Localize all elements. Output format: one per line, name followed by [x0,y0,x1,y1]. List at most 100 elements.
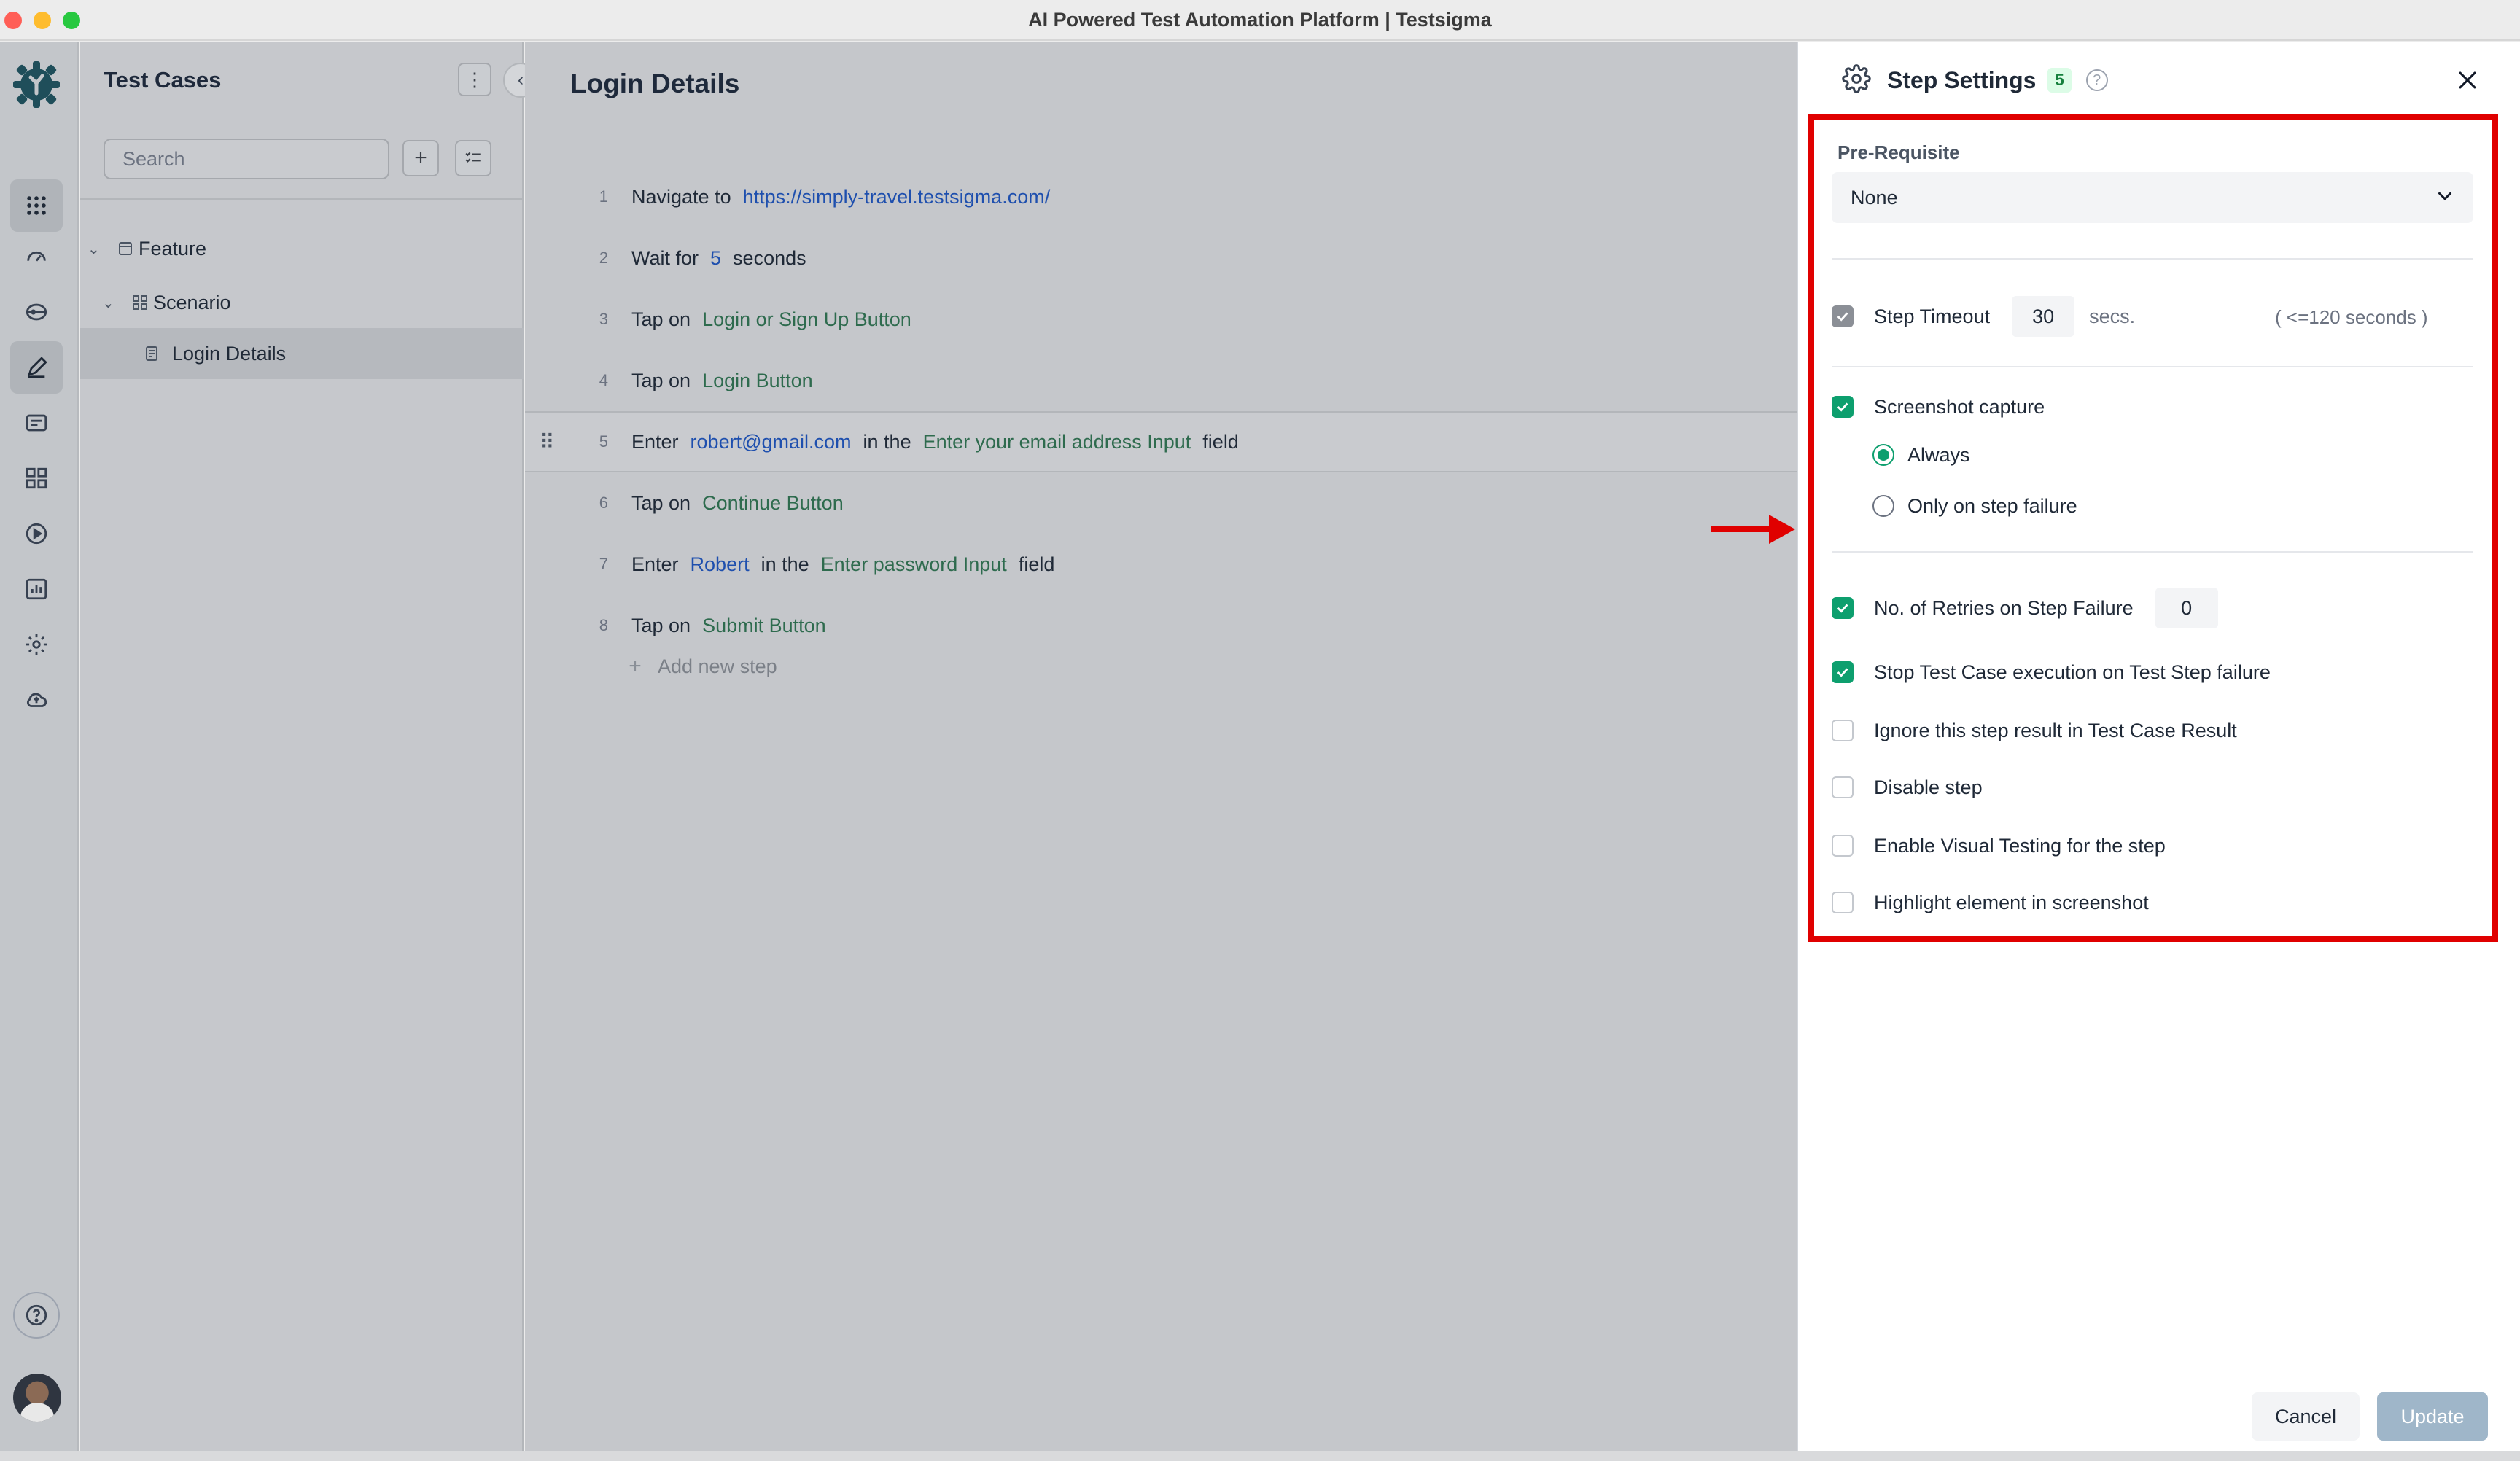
bulk-select-icon[interactable] [455,140,491,176]
test-step-row[interactable]: 3 Tap on Login or Sign Up Button [525,289,1797,350]
bottom-bar [0,1451,2520,1461]
test-steps-area: Login Details 1 Navigate to https://simply… [525,42,1797,1461]
feature-icon [105,240,139,257]
test-case-icon [143,345,172,362]
chevron-down-icon[interactable]: ⌄ [98,294,120,312]
plus-icon: + [629,654,642,678]
drag-handle-icon[interactable]: ⠿ [540,430,554,454]
dashboard-icon[interactable] [10,230,63,283]
tree-item-scenario[interactable]: ⌄ Scenario [98,277,521,328]
retries-input[interactable]: 0 [2155,588,2218,628]
help-icon[interactable] [13,1292,60,1339]
step-number: 4 [599,371,608,389]
radio-always[interactable] [1872,444,1894,466]
step-action-text: Enter [631,430,679,453]
step-number: 6 [599,494,608,512]
ignore-result-row: Ignore this step result in Test Case Res… [1832,716,2237,745]
step-test-data[interactable]: Robert [691,553,750,576]
tree-item-label: Scenario [153,291,231,313]
test-step-row[interactable]: 1 Navigate to https://simply-travel.testsi… [525,166,1797,227]
step-action-text: Tap on [631,614,691,636]
step-element[interactable]: Enter password Input [821,553,1007,576]
cancel-button[interactable]: Cancel [2252,1392,2360,1441]
apps-grid-icon[interactable] [10,179,63,232]
test-plans-icon[interactable] [10,397,63,449]
step-number: 1 [599,187,608,206]
screenshot-capture-checkbox[interactable] [1832,396,1854,418]
stop-on-failure-checkbox[interactable] [1832,661,1854,683]
step-action-text: Tap on [631,369,691,391]
screenshot-option-always[interactable]: Always [1872,440,1970,470]
highlight-element-checkbox[interactable] [1832,892,1854,913]
more-options-icon[interactable]: ⋮ [458,63,491,96]
radio-label: Always [1908,443,1970,466]
update-button[interactable]: Update [2377,1392,2488,1441]
retries-checkbox[interactable] [1832,597,1854,619]
disable-step-row: Disable step [1832,773,1983,802]
components-icon[interactable] [10,452,63,504]
gear-icon [1842,63,1871,97]
ignore-result-label: Ignore this step result in Test Case Res… [1874,719,2237,741]
red-arrow-icon [1711,515,1795,544]
reports-icon[interactable] [10,563,63,615]
testsigma-logo-icon[interactable] [10,58,63,111]
add-icon[interactable]: + [402,140,439,176]
test-data-icon[interactable] [10,286,63,338]
search-input[interactable]: Search [104,139,389,179]
step-element[interactable]: Login or Sign Up Button [702,308,911,331]
tree-item-feature[interactable]: ⌄ Feature [83,223,521,274]
pre-requisite-value: None [1851,186,1898,209]
pre-requisite-select[interactable]: None [1832,172,2473,223]
step-element[interactable]: Submit Button [702,615,826,637]
tree-item-login-details[interactable]: Login Details [80,328,524,379]
step-element[interactable]: Login Button [702,370,813,392]
step-element[interactable]: Enter your email address Input [923,431,1191,453]
add-new-step-button[interactable]: + Add new step [612,644,1050,688]
ignore-result-checkbox[interactable] [1832,720,1854,741]
title-bar: AI Powered Test Automation Platform | Te… [0,0,2520,41]
test-cases-icon[interactable] [10,341,63,394]
test-cases-panel: Test Cases ⋮ ‹ Search + ⌄ Feature ⌄ Scen… [80,42,538,1461]
disable-step-checkbox[interactable] [1832,776,1854,798]
help-icon[interactable]: ? [2085,69,2108,91]
chevron-down-icon [2434,185,2456,212]
test-step-row[interactable]: ⠿ 5 Enter robert@gmail.com in the Enter your … [525,411,1797,472]
step-action-text: in the [761,553,809,575]
radio-label: Only on step failure [1908,494,2077,517]
left-nav [0,42,79,1461]
screenshot-option-on-failure[interactable]: Only on step failure [1872,491,2077,521]
test-step-row[interactable]: 7 Enter Robert in the Enter password Input fi… [525,534,1797,595]
step-element[interactable]: Continue Button [702,492,844,515]
step-action-text: Navigate to [631,185,731,208]
step-timeout-checkbox[interactable] [1832,305,1854,327]
visual-testing-checkbox[interactable] [1832,835,1854,857]
step-timeout-limit: ( <=120 seconds ) [2275,306,2428,328]
test-step-row[interactable]: 2 Wait for 5 seconds [525,227,1797,289]
step-timeout-input[interactable]: 30 [2012,296,2075,337]
chevron-down-icon[interactable]: ⌄ [83,240,105,258]
settings-icon[interactable] [10,618,63,671]
test-step-row[interactable]: 4 Tap on Login Button [525,350,1797,411]
test-step-row[interactable]: 6 Tap on Continue Button [525,472,1797,534]
uploads-icon[interactable] [10,674,63,726]
step-test-data[interactable]: robert@gmail.com [691,431,852,453]
step-action-text: Tap on [631,308,691,330]
close-icon[interactable] [2447,60,2488,101]
screenshot-capture-label: Screenshot capture [1874,395,2045,418]
stop-on-failure-label: Stop Test Case execution on Test Step fa… [1874,661,2271,683]
step-action-text: Tap on [631,491,691,514]
retries-row: No. of Retries on Step Failure 0 [1832,588,2218,628]
step-test-data[interactable]: 5 [710,247,721,270]
step-action-text: Wait for [631,246,699,269]
user-avatar[interactable] [13,1374,61,1422]
step-number: 7 [599,555,608,573]
step-number: 2 [599,249,608,267]
radio-only-on-failure[interactable] [1872,495,1894,517]
screenshot-capture-row: Screenshot capture [1832,392,2045,421]
step-action-text: field [1202,430,1239,453]
step-action-text: field [1018,553,1055,575]
runs-icon[interactable] [10,507,63,560]
step-url-value[interactable]: https://simply-travel.testsigma.com/ [743,186,1051,209]
step-settings-drawer: Step Settings 5 ? [1797,42,2520,1461]
step-number-badge: 5 [2048,68,2072,93]
